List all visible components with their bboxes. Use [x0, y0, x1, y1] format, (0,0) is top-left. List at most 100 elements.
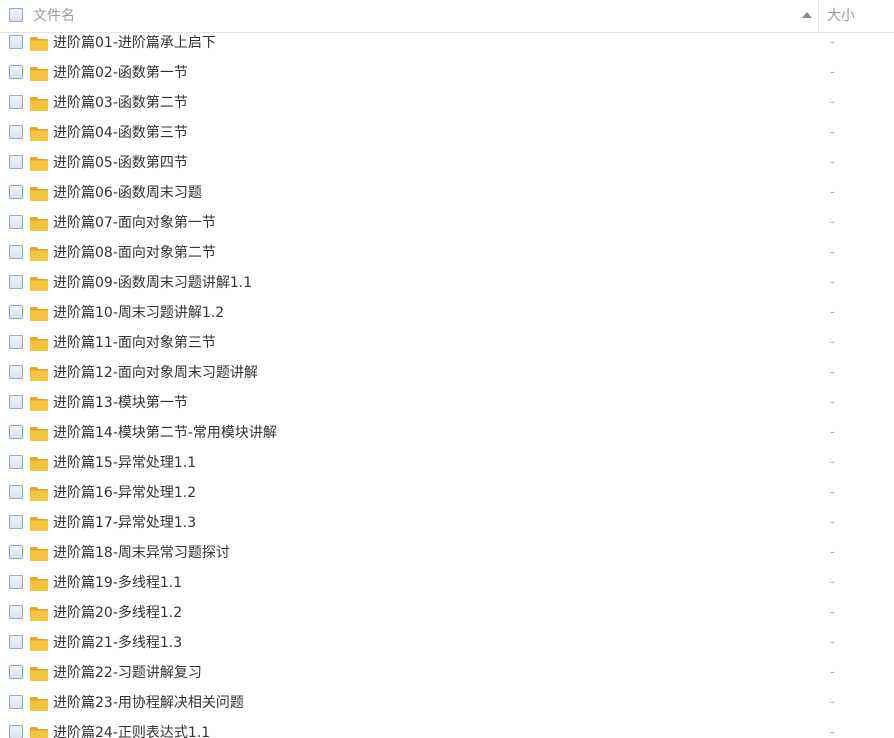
file-name[interactable]: 进阶篇17-异常处理1.3	[53, 514, 196, 532]
file-row[interactable]: 进阶篇12-面向对象周末习题讲解 -	[0, 363, 894, 393]
file-row[interactable]: 进阶篇09-函数周末习题讲解1.1 -	[0, 273, 894, 303]
file-name[interactable]: 进阶篇21-多线程1.3	[53, 634, 182, 652]
file-name[interactable]: 进阶篇11-面向对象第三节	[53, 334, 216, 352]
row-checkbox[interactable]	[9, 425, 23, 439]
row-checkbox[interactable]	[9, 695, 23, 709]
row-checkbox[interactable]	[9, 125, 23, 139]
row-checkbox[interactable]	[9, 665, 23, 679]
folder-icon	[29, 96, 49, 112]
file-size: -	[830, 455, 835, 470]
file-name[interactable]: 进阶篇15-异常处理1.1	[53, 454, 196, 472]
file-size: -	[830, 605, 835, 620]
file-name[interactable]: 进阶篇23-用协程解决相关问题	[53, 694, 244, 712]
file-name[interactable]: 进阶篇14-模块第二节-常用模块讲解	[53, 424, 277, 442]
file-name[interactable]: 进阶篇05-函数第四节	[53, 154, 188, 172]
file-name[interactable]: 进阶篇18-周末异常习题探讨	[53, 544, 230, 562]
file-row[interactable]: 进阶篇05-函数第四节 -	[0, 153, 894, 183]
file-row[interactable]: 进阶篇08-面向对象第二节 -	[0, 243, 894, 273]
row-checkbox[interactable]	[9, 455, 23, 469]
file-size: -	[830, 635, 835, 650]
file-size: -	[830, 485, 835, 500]
file-name[interactable]: 进阶篇04-函数第三节	[53, 124, 188, 142]
row-checkbox[interactable]	[9, 395, 23, 409]
folder-icon	[29, 156, 49, 172]
file-name[interactable]: 进阶篇20-多线程1.2	[53, 604, 182, 622]
row-checkbox[interactable]	[9, 305, 23, 319]
file-size: -	[830, 665, 835, 680]
file-size: -	[830, 395, 835, 410]
row-checkbox[interactable]	[9, 185, 23, 199]
file-row[interactable]: 进阶篇04-函数第三节 -	[0, 123, 894, 153]
folder-icon	[29, 726, 49, 738]
file-name[interactable]: 进阶篇24-正则表达式1.1	[53, 724, 210, 738]
file-row[interactable]: 进阶篇17-异常处理1.3 -	[0, 513, 894, 543]
file-name[interactable]: 进阶篇12-面向对象周末习题讲解	[53, 364, 258, 382]
column-header-size[interactable]: 大小	[818, 0, 894, 32]
file-row[interactable]: 进阶篇06-函数周末习题 -	[0, 183, 894, 213]
file-row[interactable]: 进阶篇16-异常处理1.2 -	[0, 483, 894, 513]
folder-icon	[29, 516, 49, 532]
folder-icon	[29, 696, 49, 712]
file-name[interactable]: 进阶篇22-习题讲解复习	[53, 664, 202, 682]
folder-icon	[29, 606, 49, 622]
folder-icon	[29, 546, 49, 562]
row-checkbox[interactable]	[9, 545, 23, 559]
file-name[interactable]: 进阶篇09-函数周末习题讲解1.1	[53, 274, 252, 292]
file-row[interactable]: 进阶篇20-多线程1.2 -	[0, 603, 894, 633]
file-name[interactable]: 进阶篇13-模块第一节	[53, 394, 188, 412]
folder-icon	[29, 36, 49, 52]
file-name[interactable]: 进阶篇01-进阶篇承上启下	[53, 34, 216, 52]
file-row[interactable]: 进阶篇23-用协程解决相关问题 -	[0, 693, 894, 723]
file-name[interactable]: 进阶篇02-函数第一节	[53, 64, 188, 82]
row-checkbox[interactable]	[9, 95, 23, 109]
row-checkbox[interactable]	[9, 485, 23, 499]
folder-icon	[29, 336, 49, 352]
row-checkbox[interactable]	[9, 515, 23, 529]
row-checkbox[interactable]	[9, 275, 23, 289]
file-row[interactable]: 进阶篇24-正则表达式1.1 -	[0, 723, 894, 738]
file-row[interactable]: 进阶篇10-周末习题讲解1.2 -	[0, 303, 894, 333]
row-checkbox[interactable]	[9, 365, 23, 379]
row-checkbox[interactable]	[9, 215, 23, 229]
file-row[interactable]: 进阶篇19-多线程1.1 -	[0, 573, 894, 603]
file-name[interactable]: 进阶篇16-异常处理1.2	[53, 484, 196, 502]
file-name[interactable]: 进阶篇06-函数周末习题	[53, 184, 202, 202]
folder-icon	[29, 186, 49, 202]
folder-icon	[29, 66, 49, 82]
column-header-name[interactable]: 文件名	[0, 0, 818, 32]
row-checkbox[interactable]	[9, 605, 23, 619]
row-checkbox[interactable]	[9, 35, 23, 49]
file-name[interactable]: 进阶篇03-函数第二节	[53, 94, 188, 112]
sort-up-icon[interactable]	[802, 12, 812, 18]
row-checkbox[interactable]	[9, 335, 23, 349]
file-row[interactable]: 进阶篇03-函数第二节 -	[0, 93, 894, 123]
row-checkbox[interactable]	[9, 575, 23, 589]
file-name[interactable]: 进阶篇08-面向对象第二节	[53, 244, 216, 262]
file-name[interactable]: 进阶篇19-多线程1.1	[53, 574, 182, 592]
row-checkbox[interactable]	[9, 65, 23, 79]
column-header-name-label: 文件名	[33, 8, 75, 24]
file-size: -	[830, 545, 835, 560]
folder-icon	[29, 486, 49, 502]
file-row[interactable]: 进阶篇18-周末异常习题探讨 -	[0, 543, 894, 573]
row-checkbox[interactable]	[9, 155, 23, 169]
file-row[interactable]: 进阶篇15-异常处理1.1 -	[0, 453, 894, 483]
file-row[interactable]: 进阶篇21-多线程1.3 -	[0, 633, 894, 663]
folder-icon	[29, 636, 49, 652]
column-header-size-label: 大小	[827, 8, 855, 24]
file-row[interactable]: 进阶篇13-模块第一节 -	[0, 393, 894, 423]
row-checkbox[interactable]	[9, 245, 23, 259]
file-row[interactable]: 进阶篇02-函数第一节 -	[0, 63, 894, 93]
file-name[interactable]: 进阶篇10-周末习题讲解1.2	[53, 304, 224, 322]
file-row[interactable]: 进阶篇07-面向对象第一节 -	[0, 213, 894, 243]
select-all-checkbox[interactable]	[9, 8, 23, 22]
file-row[interactable]: 进阶篇14-模块第二节-常用模块讲解 -	[0, 423, 894, 453]
folder-icon	[29, 216, 49, 232]
file-row[interactable]: 进阶篇01-进阶篇承上启下 -	[0, 33, 894, 63]
file-size: -	[830, 65, 835, 80]
row-checkbox[interactable]	[9, 725, 23, 738]
row-checkbox[interactable]	[9, 635, 23, 649]
file-row[interactable]: 进阶篇22-习题讲解复习 -	[0, 663, 894, 693]
file-row[interactable]: 进阶篇11-面向对象第三节 -	[0, 333, 894, 363]
file-name[interactable]: 进阶篇07-面向对象第一节	[53, 214, 216, 232]
